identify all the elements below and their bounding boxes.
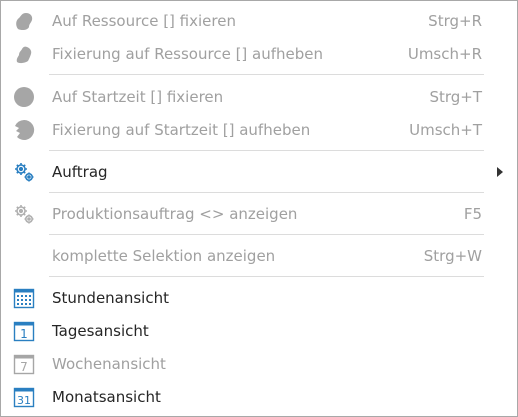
menu-item-label: komplette Selektion anzeigen [52, 247, 276, 265]
context-menu: Auf Ressource [] fixieren Strg+R Fixieru… [0, 0, 518, 417]
gears-icon [12, 160, 36, 184]
menu-item-show-full-selection[interactable]: komplette Selektion anzeigen Strg+W [1, 241, 517, 271]
menu-separator [49, 276, 484, 277]
unpin-starttime-icon [12, 118, 36, 142]
menu-item-auftrag[interactable]: Auftrag [1, 157, 517, 187]
shortcut-label: Strg+W [423, 247, 482, 265]
menu-item-label: Auf Ressource [] fixieren [52, 12, 236, 30]
menu-item-label: Fixierung auf Startzeit [] aufheben [52, 121, 311, 139]
calendar-day-number: 1 [20, 327, 28, 341]
unpin-resource-icon [12, 42, 36, 66]
menu-separator [49, 234, 484, 235]
menu-item-label: Auftrag [52, 163, 108, 181]
menu-item-week-view[interactable]: 7 Wochenansicht [1, 349, 517, 379]
menu-item-day-view[interactable]: 1 Tagesansicht [1, 316, 517, 346]
menu-separator [49, 74, 484, 75]
gears-icon [12, 202, 36, 226]
menu-item-label: Produktionsauftrag <> anzeigen [52, 205, 298, 223]
submenu-arrow-icon [497, 167, 503, 177]
pin-resource-icon [12, 9, 36, 33]
menu-item-unpin-starttime[interactable]: Fixierung auf Startzeit [] aufheben Umsc… [1, 115, 517, 145]
menu-item-label: Tagesansicht [52, 322, 149, 340]
menu-item-label: Wochenansicht [52, 355, 166, 373]
menu-item-hour-view[interactable]: Stundenansicht [1, 283, 517, 313]
shortcut-label: Strg+T [429, 88, 482, 106]
shortcut-label: F5 [463, 205, 482, 223]
menu-item-show-production-order[interactable]: Produktionsauftrag <> anzeigen F5 [1, 199, 517, 229]
menu-separator [49, 150, 484, 151]
calendar-month-number: 31 [17, 394, 31, 407]
menu-item-pin-resource[interactable]: Auf Ressource [] fixieren Strg+R [1, 6, 517, 36]
calendar-hours-icon [12, 286, 36, 310]
pin-starttime-icon [12, 85, 36, 109]
menu-item-label: Monatsansicht [52, 388, 161, 406]
menu-item-month-view[interactable]: 31 Monatsansicht [1, 382, 517, 412]
menu-item-label: Fixierung auf Ressource [] aufheben [52, 45, 324, 63]
menu-item-label: Auf Startzeit [] fixieren [52, 88, 224, 106]
calendar-day-icon: 1 [12, 319, 36, 343]
shortcut-label: Umsch+T [409, 121, 482, 139]
menu-item-label: Stundenansicht [52, 289, 169, 307]
calendar-week-number: 7 [20, 360, 28, 374]
menu-separator [49, 192, 484, 193]
calendar-month-icon: 31 [12, 385, 36, 409]
shortcut-label: Strg+R [428, 12, 482, 30]
menu-item-pin-starttime[interactable]: Auf Startzeit [] fixieren Strg+T [1, 82, 517, 112]
calendar-week-icon: 7 [12, 352, 36, 376]
menu-item-unpin-resource[interactable]: Fixierung auf Ressource [] aufheben Umsc… [1, 39, 517, 69]
shortcut-label: Umsch+R [407, 45, 482, 63]
